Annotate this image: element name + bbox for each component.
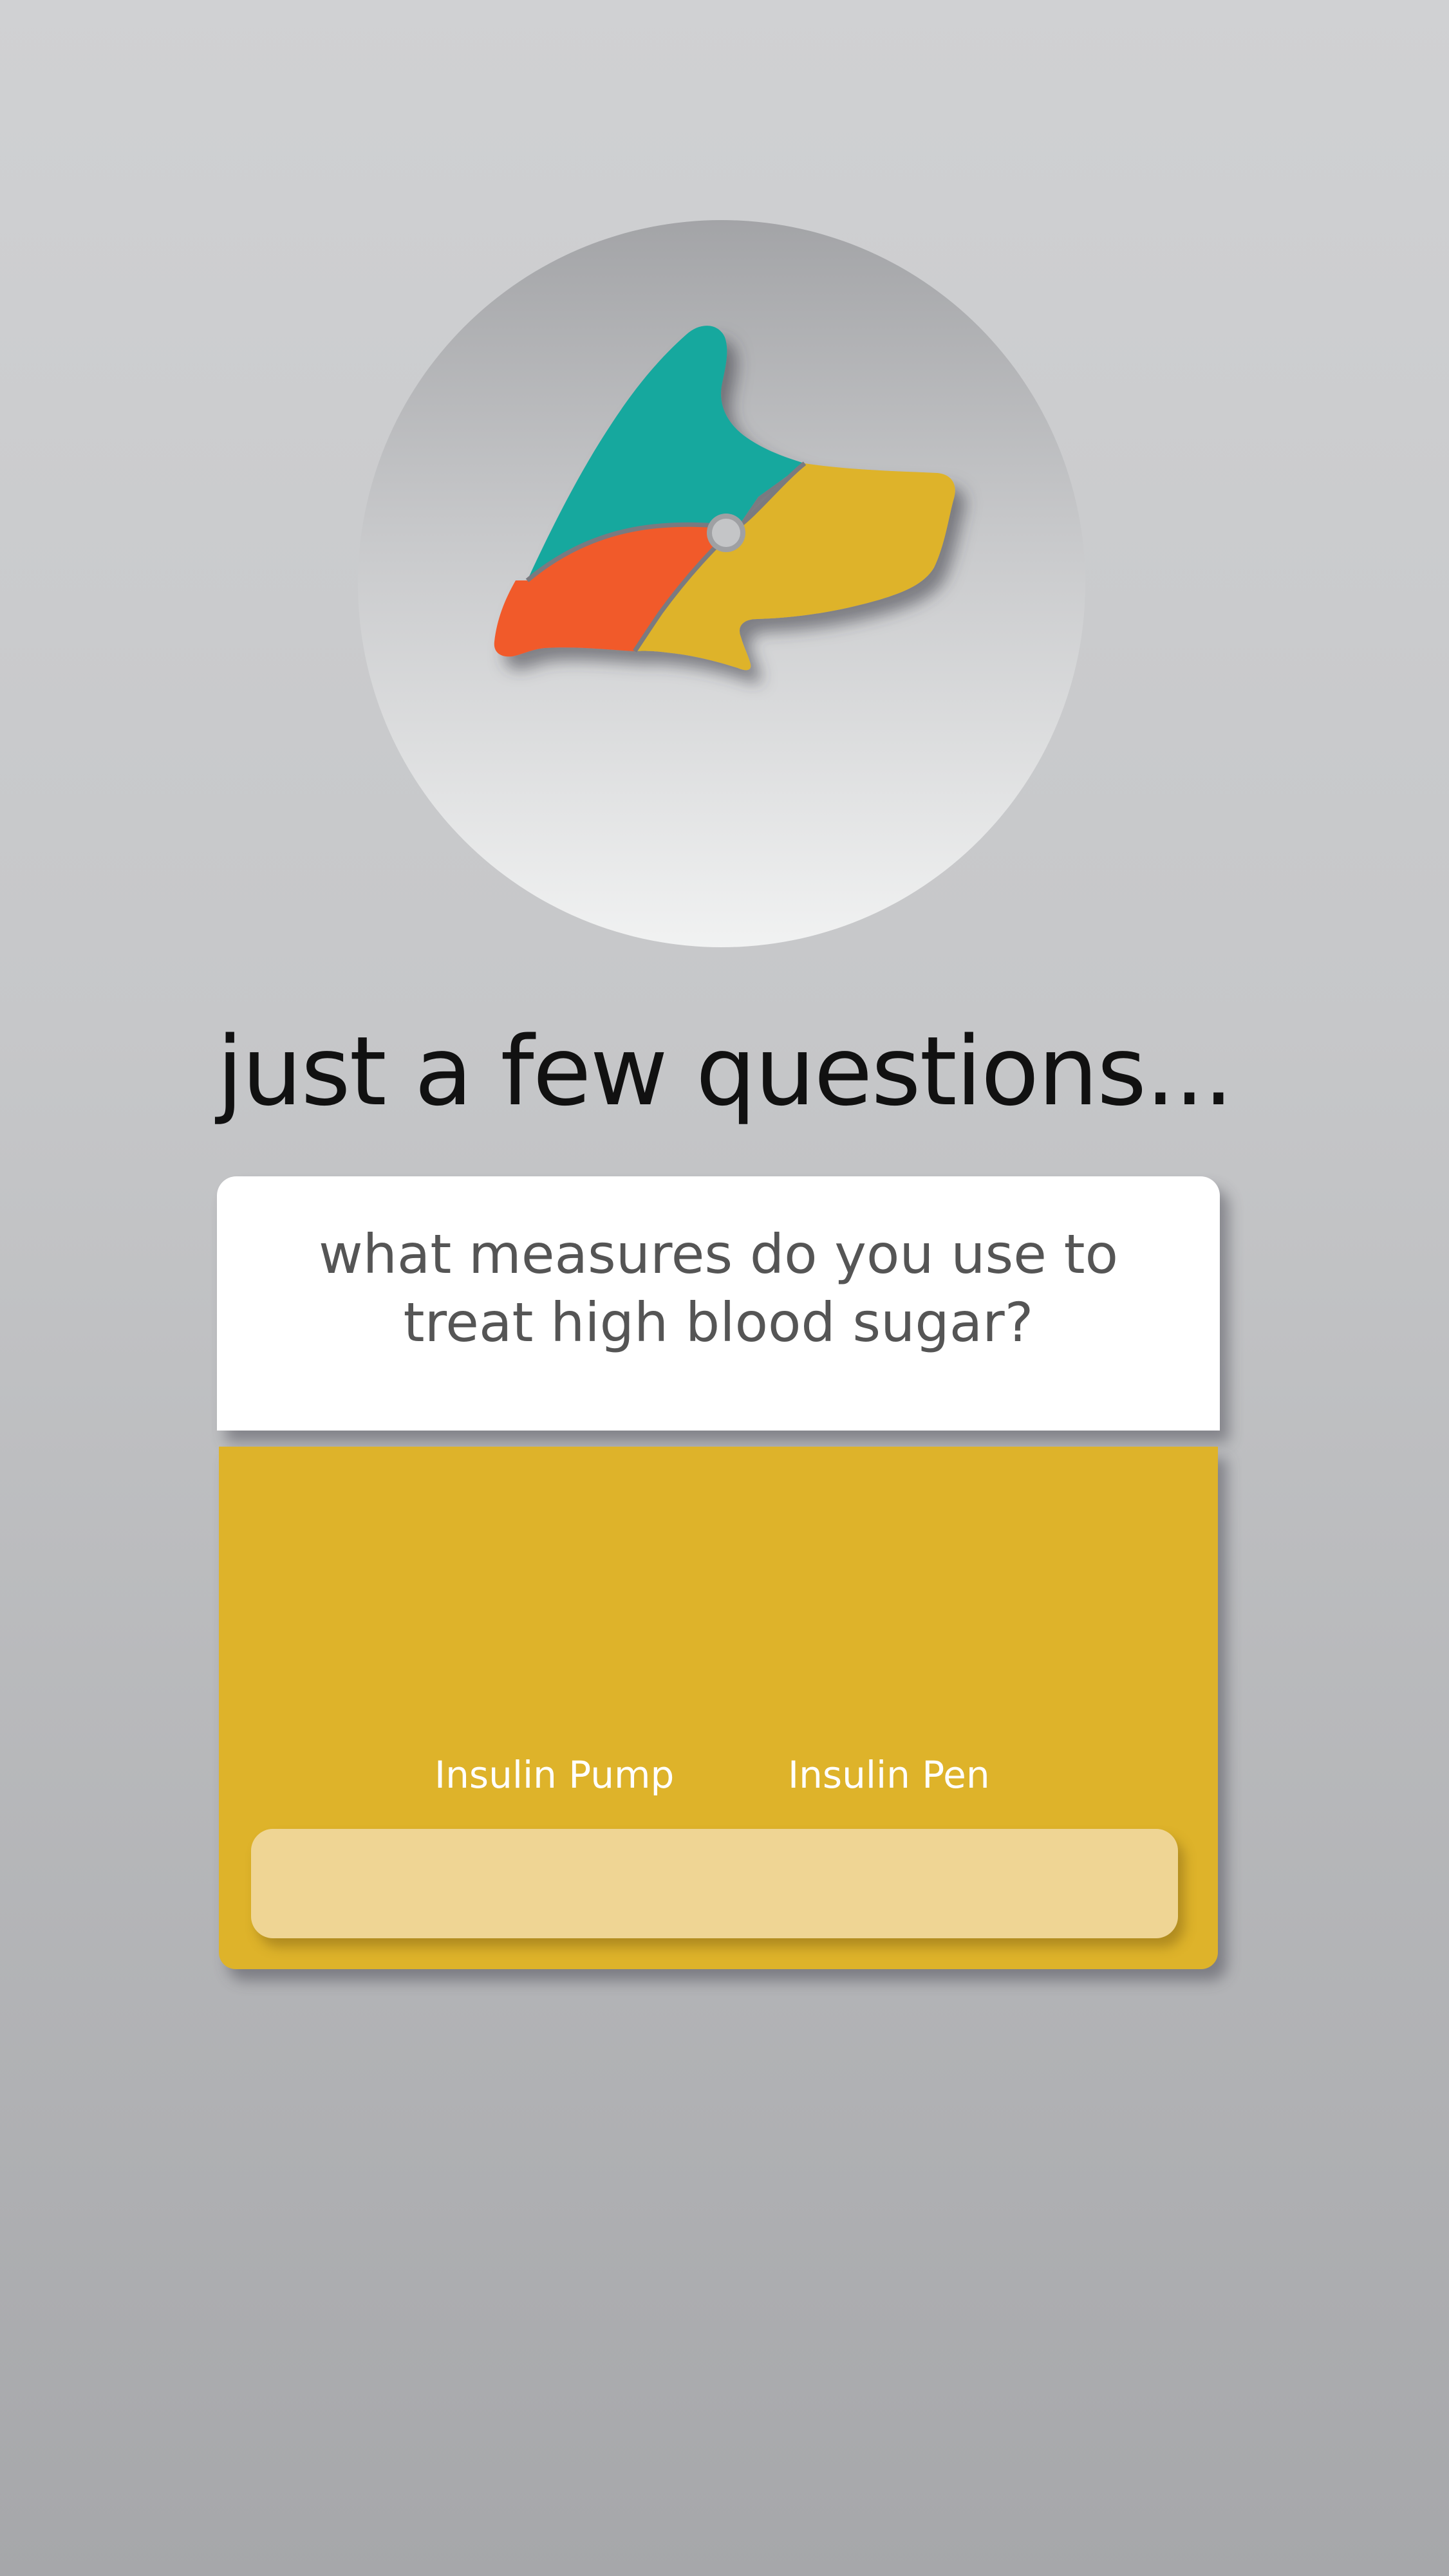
dog-head-logo-icon xyxy=(494,326,955,671)
option-insulin-pump[interactable]: Insulin Pump xyxy=(435,1752,674,1797)
question-text: what measures do you use to treat high b… xyxy=(318,1223,1119,1354)
answer-slider[interactable] xyxy=(251,1829,1178,1938)
logo-shape xyxy=(494,326,955,671)
answer-panel: Insulin Pump Insulin Pen xyxy=(219,1447,1218,1969)
option-insulin-pen[interactable]: Insulin Pen xyxy=(788,1752,990,1797)
page-title: just a few questions... xyxy=(216,1016,1234,1127)
question-card: what measures do you use to treat high b… xyxy=(217,1176,1220,1431)
logo-circle xyxy=(358,220,1085,947)
